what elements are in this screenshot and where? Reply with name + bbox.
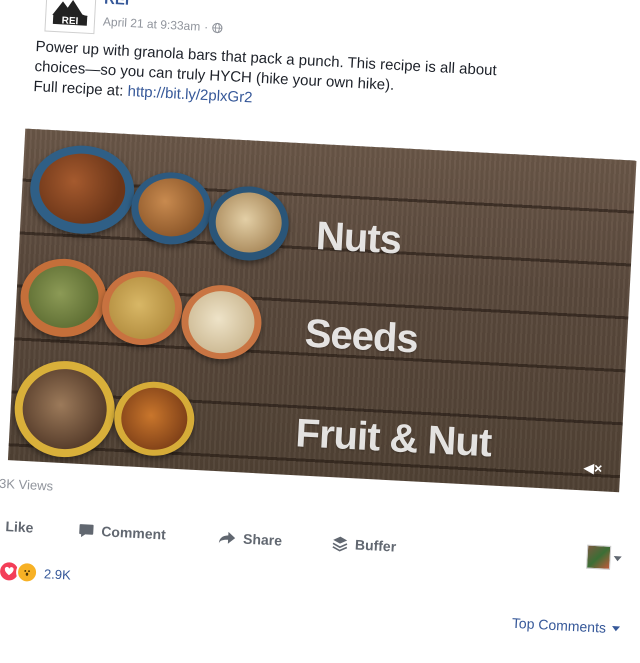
page-name[interactable]: REI — [104, 0, 130, 9]
rei-logo-icon: REI — [50, 0, 92, 29]
like-button[interactable]: Like — [0, 517, 34, 536]
post-as-selector[interactable] — [586, 545, 622, 571]
bowl-almonds — [130, 170, 214, 246]
avatar — [586, 545, 611, 570]
chevron-down-icon — [612, 626, 620, 631]
share-button[interactable]: Share — [218, 529, 283, 548]
chevron-down-icon — [614, 556, 622, 561]
post-header: REI REI April 21 at 9:33am· — [44, 0, 47, 35]
share-arrow-icon — [218, 530, 237, 545]
facebook-post: REI REI April 21 at 9:33am· Power up wit… — [0, 0, 640, 663]
bowl-pumpkin-seeds — [19, 257, 109, 339]
post-text: Power up with granola bars that pack a p… — [33, 37, 610, 127]
category-label-nuts: Nuts — [315, 214, 402, 263]
post-actions: Like Comment Share Buffer — [0, 507, 623, 582]
buffer-button[interactable]: Buffer — [332, 535, 397, 554]
link-prefix: Full recipe at: — [33, 78, 128, 100]
video-player[interactable]: Nuts Seeds Fruit & Nut ◀× — [8, 129, 637, 493]
like-label: Like — [5, 518, 34, 535]
category-label-fruit-nut: Fruit & Nut — [295, 411, 493, 466]
post-timestamp[interactable]: April 21 at 9:33am — [103, 15, 201, 34]
speaker-muted-icon[interactable]: ◀× — [583, 459, 603, 477]
buffer-stack-icon — [332, 535, 349, 552]
bowl-sesame-seeds — [180, 283, 264, 361]
bowl-mixed-nuts — [207, 184, 291, 262]
view-count: 493K Views — [0, 475, 53, 494]
wow-reaction-icon — [16, 561, 39, 584]
reactions-summary[interactable]: 2.9K — [0, 559, 71, 586]
comment-sort-label: Top Comments — [512, 615, 607, 636]
bowl-pecans — [28, 143, 136, 236]
comment-sort-dropdown[interactable]: Top Comments — [512, 615, 621, 637]
bowl-dried-fruit — [112, 380, 196, 458]
post-meta: April 21 at 9:33am· — [103, 15, 224, 35]
page-logo[interactable]: REI — [44, 0, 96, 34]
buffer-label: Buffer — [355, 536, 397, 554]
svg-text:REI: REI — [61, 15, 78, 27]
comment-label: Comment — [101, 523, 166, 542]
comment-button[interactable]: Comment — [78, 522, 166, 543]
meta-separator: · — [204, 20, 209, 34]
bowl-trail-mix — [12, 359, 117, 460]
category-label-seeds: Seeds — [304, 312, 419, 363]
reaction-count[interactable]: 2.9K — [44, 566, 71, 582]
globe-icon[interactable] — [212, 22, 224, 34]
comment-bubble-icon — [78, 522, 95, 538]
bowl-flax-seeds — [100, 269, 184, 347]
share-label: Share — [243, 531, 283, 549]
